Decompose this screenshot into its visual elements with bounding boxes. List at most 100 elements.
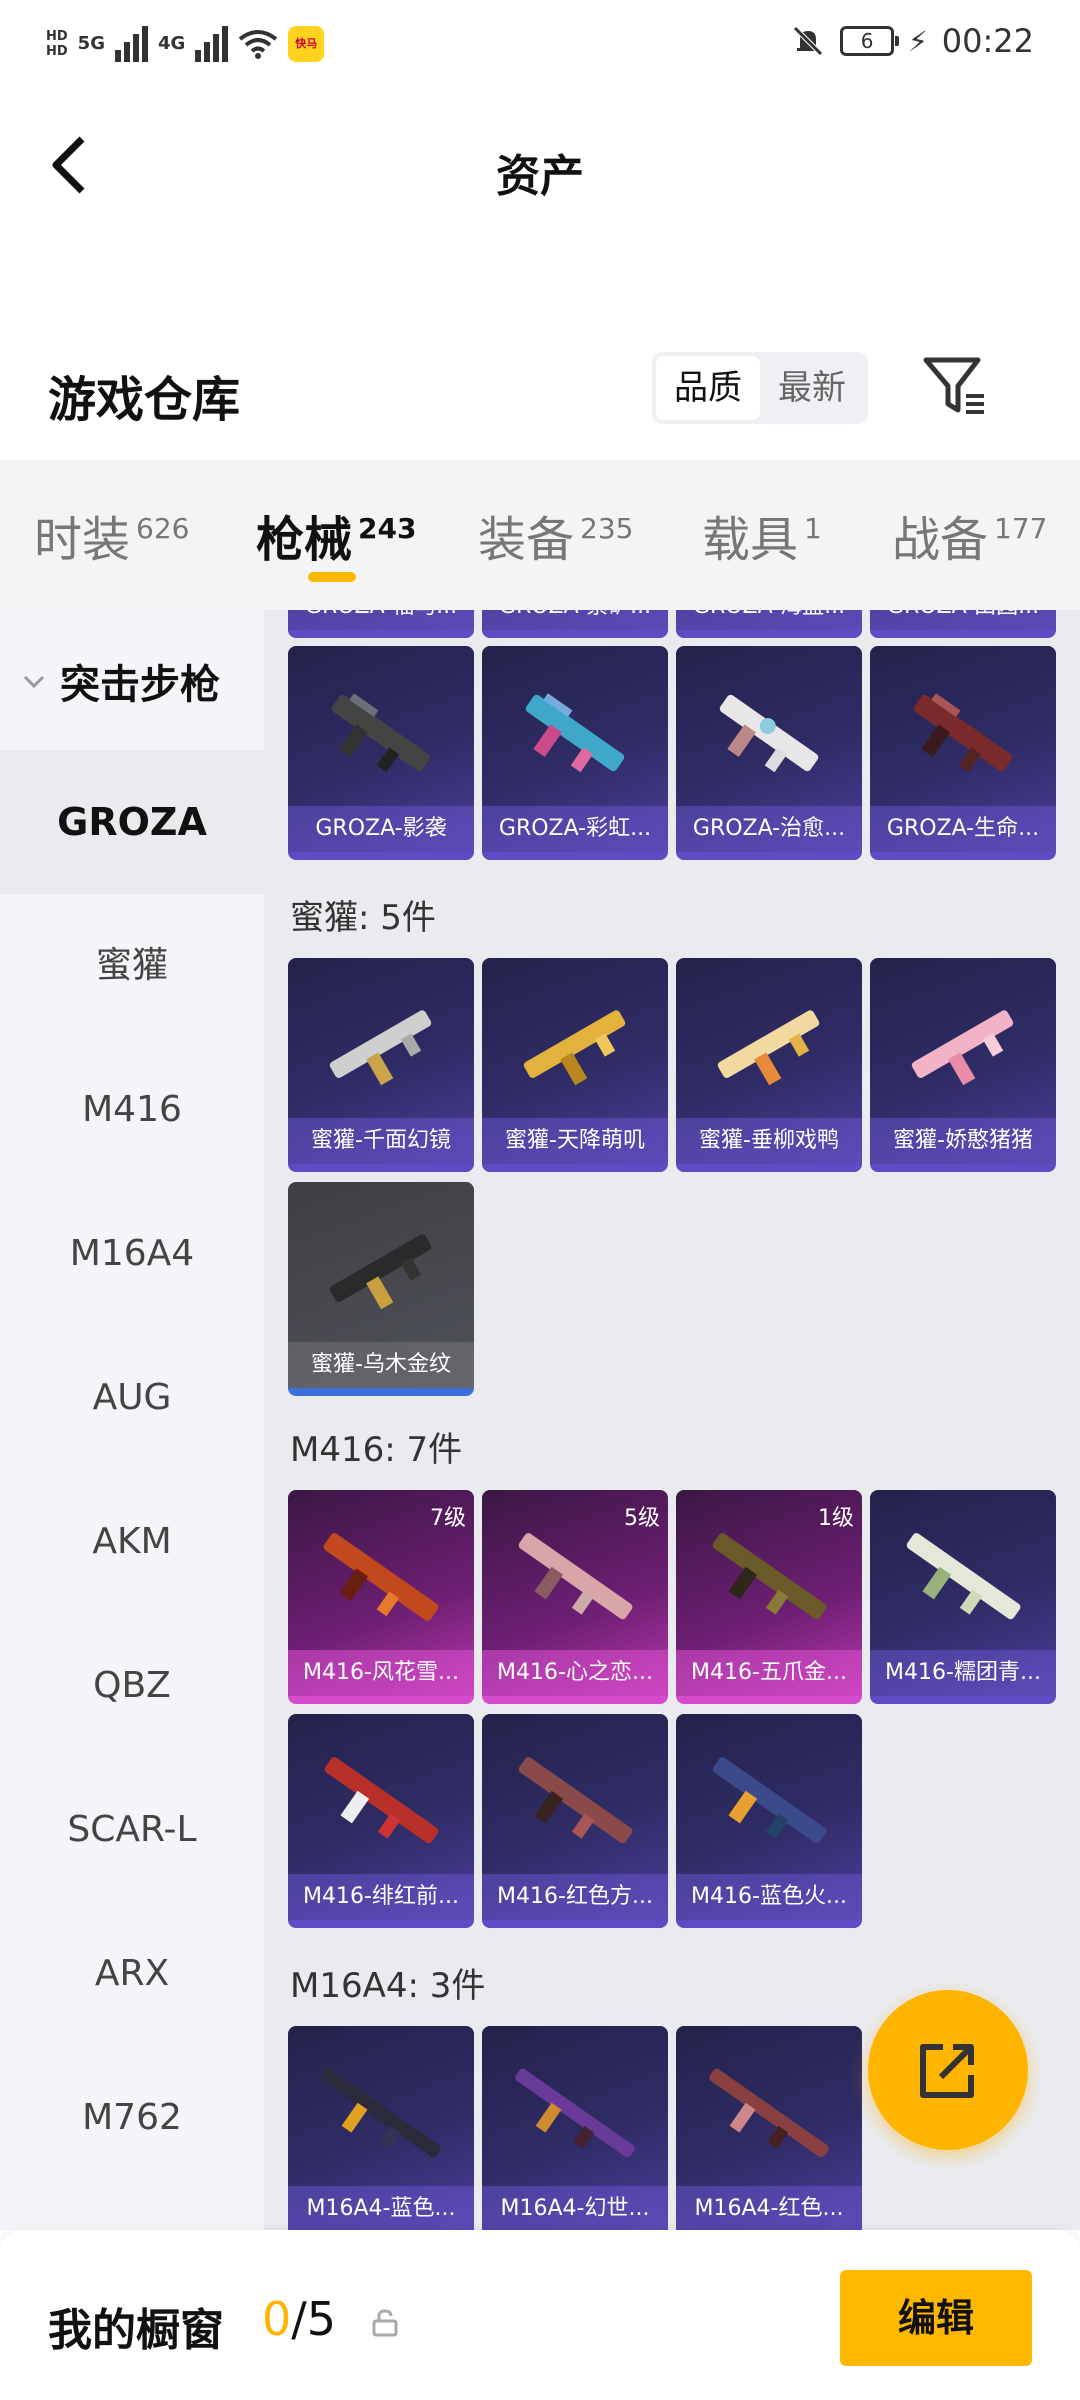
weapon-card[interactable]: GROZA-彩虹...: [482, 646, 668, 860]
battery-icon: 6: [840, 26, 900, 56]
rifle-image-icon: [709, 2068, 829, 2158]
rifle-image-icon: [712, 1533, 827, 1620]
tab-label: 枪械: [256, 512, 353, 568]
weapon-card[interactable]: 蜜獾-娇憨猪猪: [870, 958, 1056, 1172]
sidebar-item-honey-badger[interactable]: 蜜獾: [0, 894, 264, 1038]
subcategory-sidebar: 突击步枪 GROZA 蜜獾 M416 M16A4 AUG AKM QBZ SCA…: [0, 610, 264, 2230]
weapon-card[interactable]: M16A4-红色...: [676, 2026, 862, 2230]
filter-button[interactable]: [920, 352, 990, 422]
sidebar-item-groza[interactable]: GROZA: [0, 750, 264, 894]
rifle-image-icon: [321, 2068, 441, 2158]
weapon-name: M416-风花雪...: [288, 1650, 474, 1696]
tab-count: 243: [358, 512, 417, 545]
sidebar-item-m416[interactable]: M416: [0, 1038, 264, 1182]
lock-icon: [372, 2309, 398, 2337]
signal-icon: [114, 26, 148, 62]
weapon-name: M416-心之恋...: [482, 1650, 668, 1696]
weapon-name: M16A4-蓝色...: [288, 2186, 474, 2230]
tab-count: 177: [994, 512, 1048, 545]
tab-supplies[interactable]: 战备 177: [892, 500, 1047, 570]
sidebar-item-scar-l[interactable]: SCAR-L: [0, 1758, 264, 1902]
network-4g-label: 4G: [157, 33, 186, 54]
smg-image-icon: [329, 1010, 432, 1086]
weapon-card[interactable]: 1级 M416-五爪金...: [676, 1490, 862, 1704]
network-5g-label: 5G: [77, 33, 105, 54]
smg-image-icon: [329, 1234, 432, 1310]
weapon-card[interactable]: GROZA-生命...: [870, 646, 1056, 860]
sidebar-group-assault-rifles[interactable]: 突击步枪: [0, 610, 264, 750]
sidebar-item-m16a4[interactable]: M16A4: [0, 1182, 264, 1326]
weapon-card[interactable]: GROZA-紫矿...: [482, 610, 668, 638]
weapon-card[interactable]: GROZA-田园...: [870, 610, 1056, 638]
weapon-card[interactable]: M416-糯团青...: [870, 1490, 1056, 1704]
rifle-image-icon: [331, 693, 431, 773]
rifle-image-icon: [913, 693, 1013, 773]
weapon-card[interactable]: M416-蓝色火...: [676, 1714, 862, 1928]
hd-indicator: HD HD: [46, 29, 68, 59]
weapon-card[interactable]: GROZA-影袭: [288, 646, 474, 860]
sidebar-item-akm[interactable]: AKM: [0, 1470, 264, 1614]
weapon-card[interactable]: M16A4-蓝色...: [288, 2026, 474, 2230]
tab-vehicles[interactable]: 载具 1: [702, 500, 822, 570]
sort-quality-button[interactable]: 品质: [656, 356, 760, 420]
sort-latest-button[interactable]: 最新: [760, 356, 864, 420]
weapon-card[interactable]: 5级 M416-心之恋...: [482, 1490, 668, 1704]
weapon-name: GROZA-田园...: [870, 610, 1056, 630]
showcase-current-count: 0: [262, 2292, 292, 2346]
sidebar-item-m762[interactable]: M762: [0, 2046, 264, 2190]
status-bar: HD HD 5G 4G 快马 6 ⚡ 00:22: [0, 0, 1080, 100]
tab-label: 载具: [702, 512, 799, 568]
weapon-name: M416-蓝色火...: [676, 1874, 862, 1920]
share-icon: [920, 2044, 974, 2098]
tab-label: 战备: [892, 512, 989, 568]
weapon-name: GROZA-彩虹...: [482, 806, 668, 852]
tab-fashion[interactable]: 时装 626: [34, 500, 189, 570]
weapon-name: 蜜獾-千面幻镜: [288, 1118, 474, 1164]
tab-label: 装备: [478, 512, 575, 568]
bell-muted-icon: [793, 26, 823, 56]
weapon-card[interactable]: GROZA-福马...: [288, 610, 474, 638]
category-tabs: 时装 626 枪械 243 装备 235 载具 1 战备 177: [0, 460, 1080, 610]
weapon-card[interactable]: 7级 M416-风花雪...: [288, 1490, 474, 1704]
sidebar-item-qbz[interactable]: QBZ: [0, 1614, 264, 1758]
hd-label: HD: [46, 44, 68, 59]
weapon-name: M16A4-红色...: [676, 2186, 862, 2230]
weapon-card[interactable]: M416-红色方...: [482, 1714, 668, 1928]
tab-equipment[interactable]: 装备 235: [478, 500, 633, 570]
weapon-card[interactable]: M416-绯红前...: [288, 1714, 474, 1928]
wifi-icon: [239, 30, 278, 59]
weapon-name: M16A4-幻世...: [482, 2186, 668, 2230]
rifle-image-icon: [324, 1757, 439, 1844]
weapon-card[interactable]: GROZA-治愈...: [676, 646, 862, 860]
share-button[interactable]: [868, 1990, 1028, 2150]
weapon-name: M416-绯红前...: [288, 1874, 474, 1920]
tab-count: 626: [136, 512, 190, 545]
weapon-name: 蜜獾-垂柳戏鸭: [676, 1118, 862, 1164]
chevron-down-icon: [23, 675, 45, 689]
app-notification-icon: 快马: [288, 26, 325, 62]
rifle-image-icon: [518, 1757, 633, 1844]
weapon-card[interactable]: M16A4-幻世...: [482, 2026, 668, 2230]
page-title: 资产: [496, 151, 584, 202]
sidebar-item-aug[interactable]: AUG: [0, 1326, 264, 1470]
weapon-card[interactable]: 蜜獾-千面幻镜: [288, 958, 474, 1172]
active-tab-indicator: [308, 572, 356, 582]
weapon-name: M416-红色方...: [482, 1874, 668, 1920]
warehouse-header: 游戏仓库: [0, 320, 1080, 460]
weapon-name: 蜜獾-乌木金纹: [288, 1342, 474, 1388]
sidebar-item-arx[interactable]: ARX: [0, 1902, 264, 2046]
weapon-name: GROZA-治愈...: [676, 806, 862, 852]
weapon-card[interactable]: GROZA-海盗...: [676, 610, 862, 638]
hd-label: HD: [46, 29, 68, 44]
weapon-name: GROZA-紫矿...: [482, 610, 668, 630]
edit-button[interactable]: 编辑: [840, 2270, 1032, 2366]
weapon-card[interactable]: 蜜獾-天降萌叽: [482, 958, 668, 1172]
weapon-card[interactable]: 蜜獾-乌木金纹: [288, 1182, 474, 1396]
tab-guns[interactable]: 枪械 243: [256, 500, 416, 570]
warehouse-title: 游戏仓库: [48, 372, 241, 428]
weapon-name: M416-五爪金...: [676, 1650, 862, 1696]
showcase-title: 我的橱窗: [48, 2305, 224, 2356]
showcase-max-count: /5: [291, 2292, 337, 2346]
weapon-card[interactable]: 蜜獾-垂柳戏鸭: [676, 958, 862, 1172]
title-bar: 资产: [0, 100, 1080, 240]
